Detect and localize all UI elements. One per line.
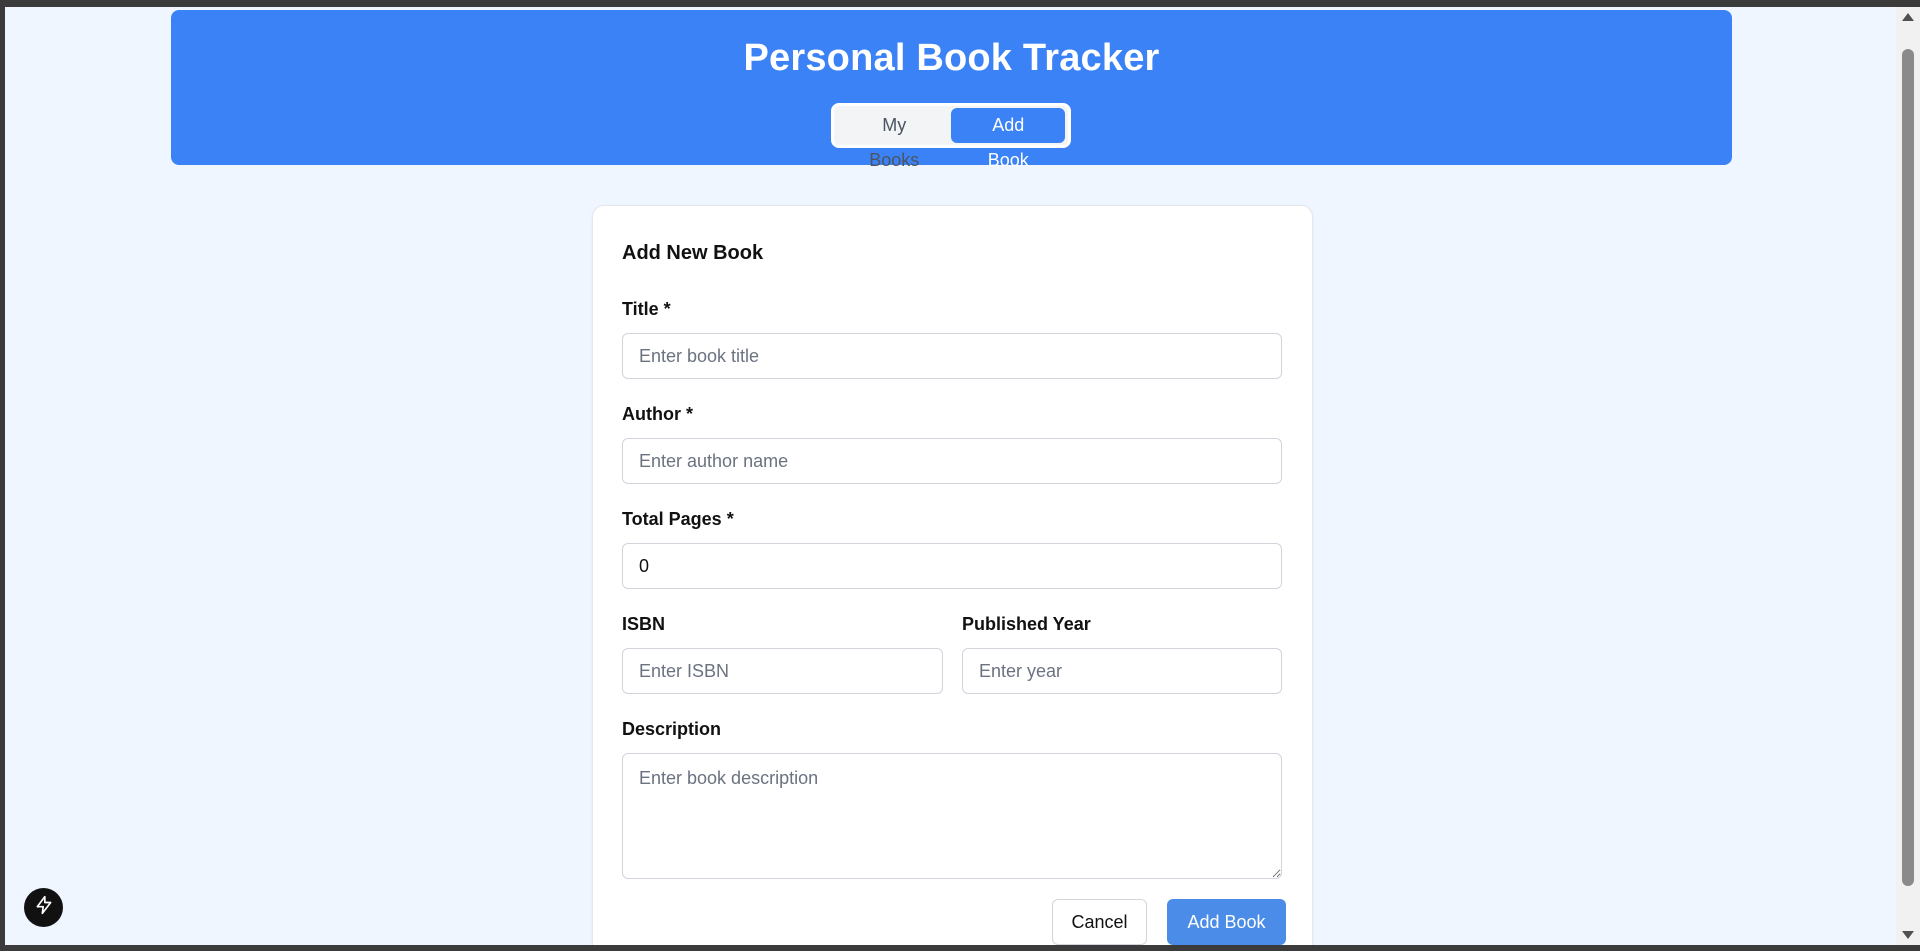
description-textarea[interactable] xyxy=(622,753,1282,879)
tab-add-book[interactable]: Add Book xyxy=(951,108,1065,170)
title-label: Title * xyxy=(622,299,671,319)
author-input[interactable] xyxy=(622,438,1282,484)
window-bottom-edge xyxy=(0,945,1920,951)
description-label: Description xyxy=(622,719,722,739)
add-book-button[interactable]: Add Book xyxy=(1167,899,1286,945)
scroll-up-arrow-icon[interactable] xyxy=(1902,13,1914,21)
vertical-scrollbar[interactable] xyxy=(1896,7,1920,945)
cancel-button[interactable]: Cancel xyxy=(1052,899,1147,945)
page-viewport: Personal Book Tracker My Books Add Book … xyxy=(5,7,1896,945)
tab-group: My Books Add Book xyxy=(831,103,1071,170)
floating-action-button[interactable] xyxy=(24,888,63,927)
add-book-form-card: Add New Book Title * Author * Total Page… xyxy=(592,205,1313,945)
tab-my-books[interactable]: My Books xyxy=(837,108,951,170)
total-pages-label: Total Pages * xyxy=(622,509,734,529)
app-header: Personal Book Tracker My Books Add Book xyxy=(171,10,1732,170)
scroll-thumb[interactable] xyxy=(1902,49,1914,886)
published-year-input[interactable] xyxy=(962,648,1282,694)
form-title: Add New Book xyxy=(622,242,764,264)
isbn-label: ISBN xyxy=(622,614,666,634)
isbn-input[interactable] xyxy=(622,648,943,694)
total-pages-input[interactable] xyxy=(622,543,1282,589)
scroll-down-arrow-icon[interactable] xyxy=(1902,931,1914,939)
title-input[interactable] xyxy=(622,333,1282,379)
lightning-icon xyxy=(34,895,54,920)
author-label: Author * xyxy=(622,404,693,424)
published-year-label: Published Year xyxy=(962,614,1091,634)
app-title: Personal Book Tracker xyxy=(743,37,1160,79)
